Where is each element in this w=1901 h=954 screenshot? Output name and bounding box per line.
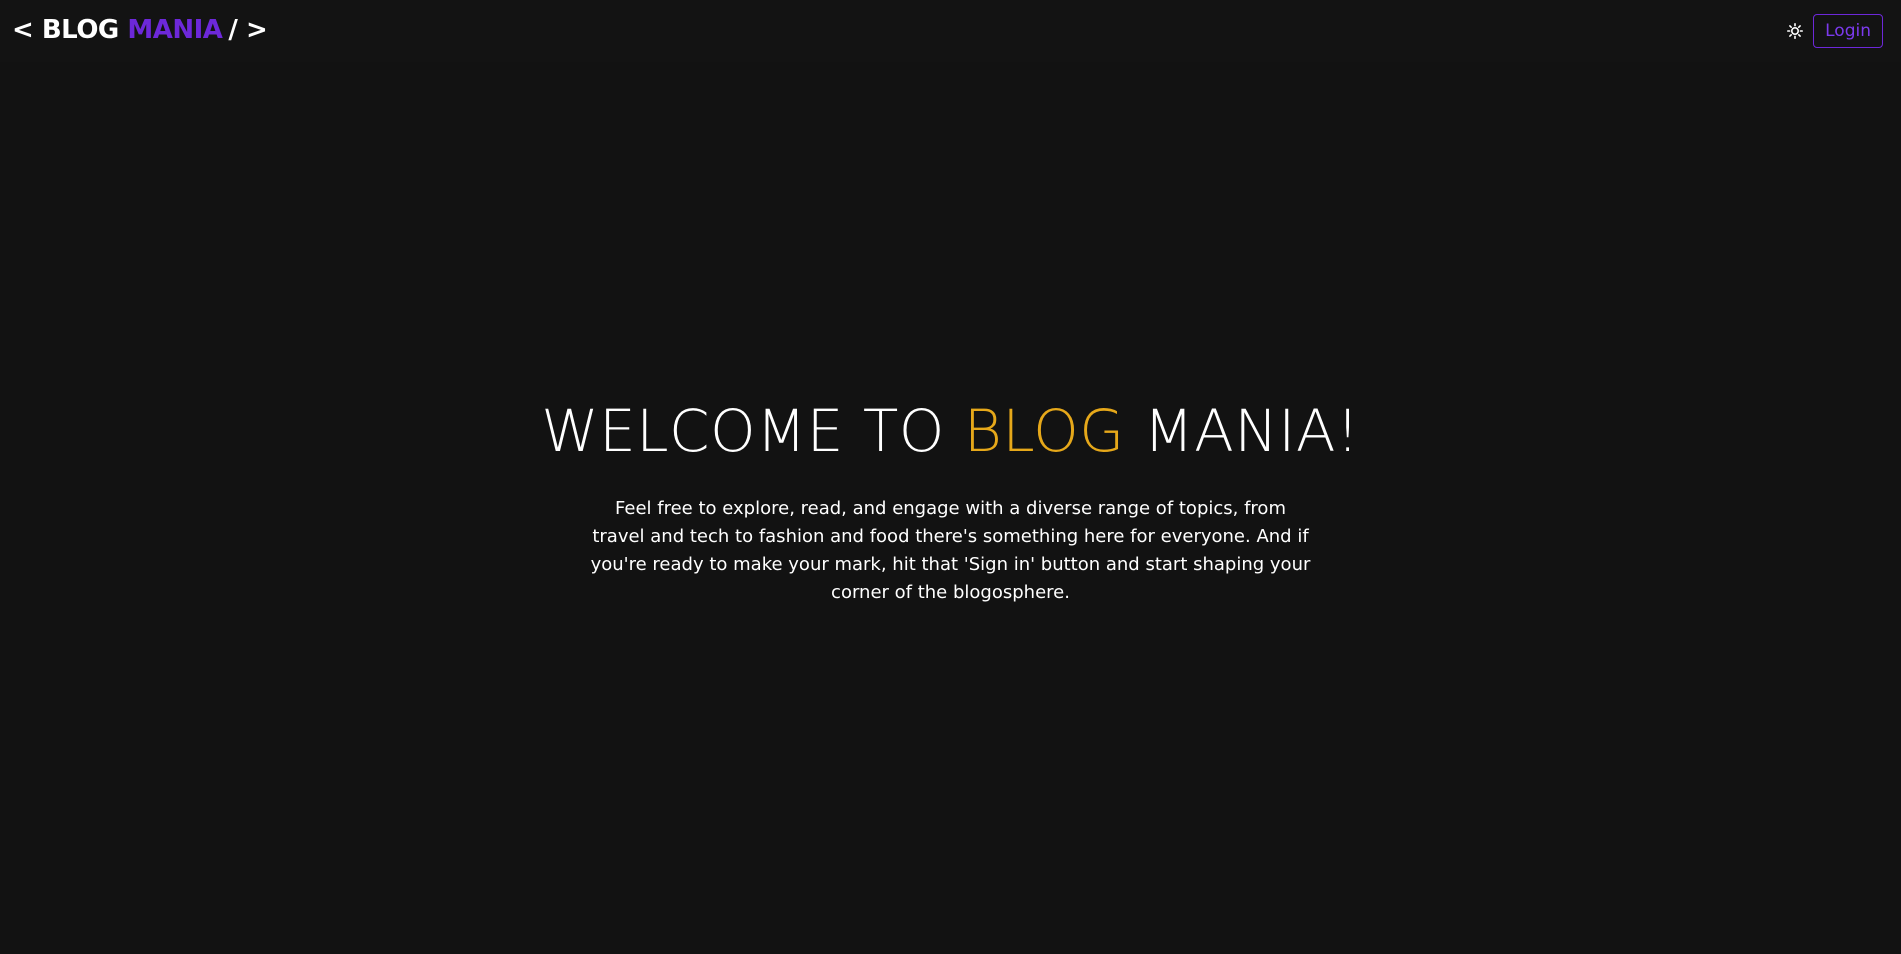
navbar: < BLOG MANIA / > Login — [0, 0, 1901, 62]
title-part-welcome: WELCOME TO — [541, 397, 964, 465]
title-accent-blog: BLOG — [963, 397, 1125, 465]
logo[interactable]: < BLOG MANIA / > — [12, 14, 268, 46]
hero-description: Feel free to explore, read, and engage w… — [590, 498, 1311, 603]
theme-toggle-button[interactable] — [1785, 21, 1805, 41]
login-button[interactable]: Login — [1813, 14, 1883, 48]
page-title: WELCOME TO BLOG MANIA! — [0, 395, 1901, 467]
nav-actions: Login — [1785, 14, 1883, 48]
hero-section: WELCOME TO BLOG MANIA! Feel free to expl… — [0, 395, 1901, 607]
logo-word-blog: BLOG — [41, 15, 119, 45]
logo-open-bracket: < — [12, 15, 34, 45]
logo-close-tag: / > — [228, 15, 268, 45]
title-part-mania: MANIA! — [1124, 397, 1360, 465]
sun-icon — [1787, 23, 1804, 39]
logo-word-mania: MANIA — [127, 15, 223, 45]
